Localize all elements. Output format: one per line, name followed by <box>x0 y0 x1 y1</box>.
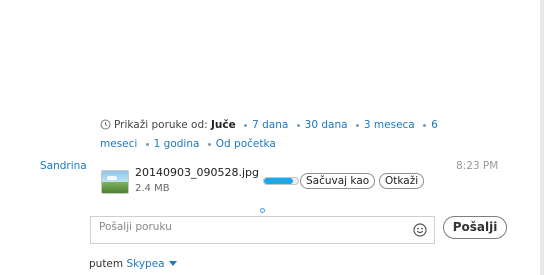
separator-dot <box>145 142 149 146</box>
transfer-progress-bar <box>263 177 299 185</box>
message-input[interactable]: Pošalji poruku <box>90 216 435 244</box>
thumbnail-cloud <box>107 176 117 180</box>
history-prefix: Prikaži poruke od: <box>114 119 208 131</box>
message-time: 8:23 PM <box>456 160 499 172</box>
file-thumbnail[interactable] <box>101 170 129 194</box>
cancel-transfer-button[interactable]: Otkaži <box>379 173 425 189</box>
separator-dot <box>244 123 248 127</box>
history-option-3-months[interactable]: 3 meseca <box>364 119 415 131</box>
separator-dot <box>207 142 211 146</box>
file-name[interactable]: 20140903_090528.jpg <box>135 166 259 179</box>
transfer-progress-fill <box>264 178 293 184</box>
chevron-down-icon <box>168 261 177 266</box>
separator-dot <box>355 123 359 127</box>
service-name: Skypea <box>126 258 165 270</box>
history-current: Juče <box>211 119 236 131</box>
file-size: 2.4 MB <box>135 183 170 194</box>
service-selector[interactable]: Skypea <box>126 258 177 270</box>
separator-dot <box>423 123 427 127</box>
save-as-button[interactable]: Sačuvaj kao <box>300 173 376 189</box>
smiley-icon[interactable] <box>413 222 427 237</box>
history-option-30-days[interactable]: 30 dana <box>305 119 348 131</box>
history-option-7-days[interactable]: 7 dana <box>252 119 288 131</box>
via-label: putem <box>89 258 124 270</box>
separator-dot <box>296 123 300 127</box>
send-via: putem Skypea <box>89 258 177 270</box>
history-filter: Prikaži poruke od: Juče 7 dana 30 dana 3… <box>100 117 440 153</box>
typing-indicator <box>260 208 265 213</box>
history-option-from-beginning[interactable]: Od početka <box>216 138 276 150</box>
message-sender[interactable]: Sandrina <box>40 160 87 172</box>
history-option-1-year[interactable]: 1 godina <box>154 138 200 150</box>
send-button[interactable]: Pošalji <box>443 216 507 239</box>
scrollbar-track[interactable] <box>540 0 544 275</box>
clock-icon <box>100 119 111 136</box>
